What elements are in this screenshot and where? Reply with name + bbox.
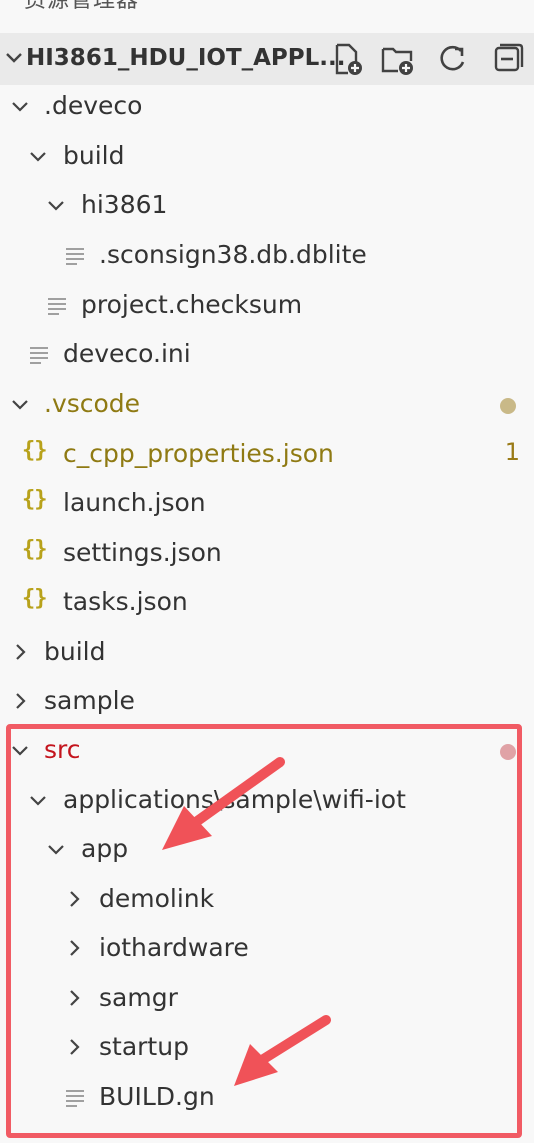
arrow-icon <box>162 757 285 850</box>
annotation-arrows <box>162 757 331 1086</box>
arrow-icon <box>234 1015 331 1086</box>
